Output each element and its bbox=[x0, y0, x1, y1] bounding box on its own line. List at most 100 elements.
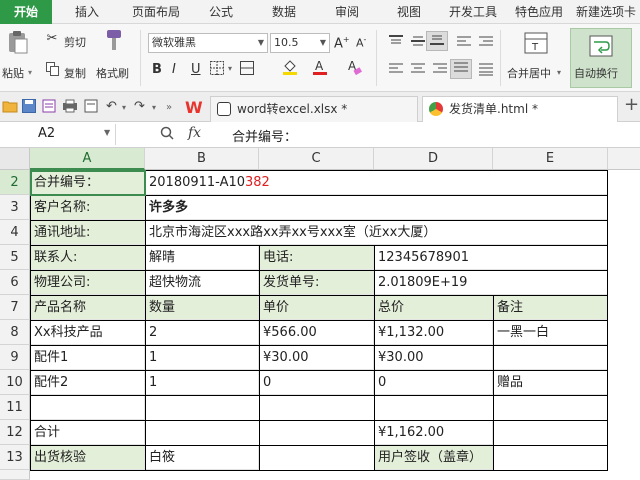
cell-c8[interactable]: ¥566.00 bbox=[260, 321, 374, 345]
indent-icon[interactable] bbox=[478, 34, 494, 52]
cell-d5[interactable]: 12345678901 bbox=[375, 246, 607, 270]
cell-a10[interactable]: 配件2 bbox=[31, 371, 145, 395]
clear-format-icon[interactable]: A bbox=[346, 58, 362, 80]
cell-b6[interactable]: 超快物流 bbox=[146, 271, 259, 295]
align-right-icon[interactable] bbox=[432, 62, 448, 80]
cell-e9[interactable] bbox=[494, 346, 607, 370]
cell-d7[interactable]: 总价 bbox=[375, 296, 493, 320]
align-top-icon[interactable] bbox=[388, 34, 404, 52]
chevron-down-icon[interactable]: ▾ bbox=[228, 64, 232, 73]
redo-icon[interactable]: ↷ bbox=[134, 99, 145, 114]
merge-center-icon[interactable]: T bbox=[524, 32, 548, 58]
zoom-icon[interactable] bbox=[160, 126, 174, 143]
new-tab-button[interactable]: + bbox=[624, 94, 639, 115]
cell-a4[interactable]: 通讯地址: bbox=[31, 221, 145, 245]
tab-view[interactable]: 视图 bbox=[378, 0, 440, 24]
format-painter-icon[interactable] bbox=[102, 28, 126, 56]
cell-d13[interactable]: 用户签收（盖章） bbox=[375, 446, 493, 470]
wrap-text-button[interactable]: 自动换行 bbox=[574, 65, 618, 81]
tab-insert[interactable]: 插入 bbox=[52, 0, 122, 24]
cell-d9[interactable]: ¥30.00 bbox=[375, 346, 493, 370]
formula-input[interactable]: 合并编号： bbox=[232, 126, 297, 145]
chevron-down-icon[interactable]: ▾ bbox=[122, 103, 126, 112]
paste-dropdown-icon[interactable]: ▾ bbox=[28, 68, 32, 77]
tab-developer[interactable]: 开发工具 bbox=[440, 0, 506, 24]
paste-button[interactable]: 粘贴 bbox=[2, 65, 24, 81]
format-copy-icon[interactable] bbox=[84, 99, 98, 117]
cell-d8[interactable]: ¥1,132.00 bbox=[375, 321, 493, 345]
cell-c7[interactable]: 单价 bbox=[260, 296, 374, 320]
cell-c5[interactable]: 电话: bbox=[260, 246, 374, 270]
justify-icon[interactable] bbox=[450, 59, 472, 79]
cell-d12[interactable]: ¥1,162.00 bbox=[375, 421, 493, 445]
distributed-icon[interactable] bbox=[478, 62, 494, 80]
cell-b13[interactable]: 白筱 bbox=[146, 446, 259, 470]
tab-home[interactable]: 开始 bbox=[0, 0, 52, 24]
cell-a8[interactable]: Xx科技产品 bbox=[31, 321, 145, 345]
cell-a11[interactable] bbox=[31, 396, 145, 420]
undo-icon[interactable]: ↶ bbox=[106, 99, 117, 114]
cell-b5[interactable]: 解晴 bbox=[146, 246, 259, 270]
align-center-icon[interactable] bbox=[410, 62, 426, 80]
cell-b7[interactable]: 数量 bbox=[146, 296, 259, 320]
cell-d10[interactable]: 0 bbox=[375, 371, 493, 395]
fill-color-icon[interactable] bbox=[282, 58, 298, 80]
more-icon[interactable]: » bbox=[166, 102, 172, 113]
paste-icon[interactable] bbox=[6, 30, 30, 54]
cell-e10[interactable]: 赠品 bbox=[494, 371, 607, 395]
cell-b9[interactable]: 1 bbox=[146, 346, 259, 370]
align-bottom-icon[interactable] bbox=[426, 31, 448, 51]
format-painter-button[interactable]: 格式刷 bbox=[96, 65, 129, 81]
cell-a6[interactable]: 物理公司: bbox=[31, 271, 145, 295]
cell-a5[interactable]: 联系人: bbox=[31, 246, 145, 270]
align-left-icon[interactable] bbox=[388, 62, 404, 80]
tab-formulas[interactable]: 公式 bbox=[190, 0, 252, 24]
print-icon[interactable] bbox=[62, 99, 78, 117]
cell-b2[interactable]: 20180911-A10382 bbox=[146, 171, 607, 195]
cell-c10[interactable]: 0 bbox=[260, 371, 374, 395]
align-middle-icon[interactable] bbox=[410, 34, 426, 52]
open-folder-icon[interactable] bbox=[2, 99, 18, 117]
cell-c9[interactable]: ¥30.00 bbox=[260, 346, 374, 370]
tab-special[interactable]: 特色应用 bbox=[506, 0, 572, 24]
tab-page-layout[interactable]: 页面布局 bbox=[122, 0, 190, 24]
print-preview-icon[interactable] bbox=[42, 99, 56, 117]
font-shrink-icon[interactable]: A- bbox=[356, 35, 366, 50]
doc-tab-workbook[interactable]: word转excel.xlsx * bbox=[210, 96, 418, 122]
cell-b3[interactable]: 许多多 bbox=[146, 196, 607, 220]
text-orient-icon[interactable] bbox=[456, 34, 472, 52]
chevron-down-icon[interactable]: ▼ bbox=[104, 128, 110, 137]
cell-b4[interactable]: 北京市海淀区xxx路xx弄xx号xxx室（近xx大厦） bbox=[146, 221, 607, 245]
cell-a7[interactable]: 产品名称 bbox=[31, 296, 145, 320]
doc-tab-html[interactable]: 发货清单.html * bbox=[422, 96, 618, 122]
copy-button[interactable]: 复制 bbox=[64, 65, 86, 81]
italic-icon[interactable]: I bbox=[172, 62, 176, 77]
bold-icon[interactable]: B bbox=[152, 62, 162, 77]
tab-review[interactable]: 审阅 bbox=[316, 0, 378, 24]
chevron-down-icon[interactable]: ▾ bbox=[152, 103, 156, 112]
cell-a3[interactable]: 客户名称: bbox=[31, 196, 145, 220]
font-size-select[interactable]: 10.5 ▼ bbox=[270, 33, 330, 53]
font-color-icon[interactable]: A bbox=[312, 58, 328, 80]
cell-c6[interactable]: 发货单号: bbox=[260, 271, 374, 295]
cell-a13[interactable]: 出货核验 bbox=[31, 446, 145, 470]
merge-grid-icon[interactable] bbox=[240, 61, 254, 79]
cut-button[interactable]: 剪切 bbox=[64, 34, 86, 50]
spreadsheet-grid[interactable]: A B C D E 2 3 4 5 6 7 8 9 10 11 12 13 合并… bbox=[0, 148, 640, 480]
wps-logo-icon[interactable]: W bbox=[184, 97, 206, 121]
borders-icon[interactable] bbox=[210, 61, 224, 79]
merge-center-button[interactable]: 合并居中 bbox=[507, 65, 551, 81]
fx-icon[interactable]: fx bbox=[188, 125, 201, 141]
font-grow-icon[interactable]: A+ bbox=[334, 35, 350, 51]
cell-e7[interactable]: 备注 bbox=[494, 296, 607, 320]
cell-a9[interactable]: 配件1 bbox=[31, 346, 145, 370]
cell-b8[interactable]: 2 bbox=[146, 321, 259, 345]
chevron-down-icon[interactable]: ▾ bbox=[557, 68, 561, 77]
cell-e8[interactable]: 一黑一白 bbox=[494, 321, 607, 345]
cell-d6[interactable]: 2.01809E+19 bbox=[375, 271, 607, 295]
tab-new[interactable]: 新建选项卡 bbox=[572, 0, 640, 24]
cell-b10[interactable]: 1 bbox=[146, 371, 259, 395]
font-name-select[interactable]: 微软雅黑 ▼ bbox=[148, 33, 268, 53]
cell-a12[interactable]: 合计 bbox=[31, 421, 145, 445]
name-box[interactable]: A2 ▼ bbox=[0, 124, 116, 145]
